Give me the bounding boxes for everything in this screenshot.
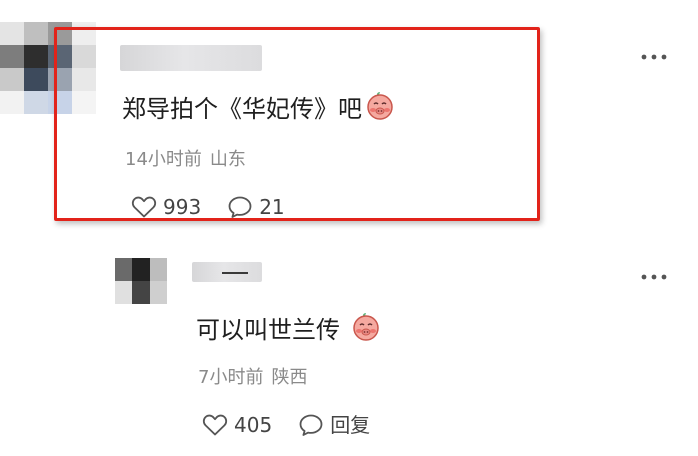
avatar-pixel bbox=[24, 45, 48, 68]
highlight-frame bbox=[54, 27, 540, 221]
avatar-pixel bbox=[0, 91, 24, 114]
avatar-pixel bbox=[24, 68, 48, 91]
comment-body: 可以叫世兰传 bbox=[196, 316, 340, 344]
avatar-pixel bbox=[24, 91, 48, 114]
more-dots-icon[interactable] bbox=[640, 48, 668, 60]
avatar-pixel bbox=[115, 281, 133, 304]
blushing-pig-emoji bbox=[350, 310, 382, 350]
comment-thread: 郑导拍个《华妃传》吧 14小时前 山东 993 21 可以叫世兰传 7小时前 陕… bbox=[0, 0, 698, 456]
speech-bubble-icon bbox=[299, 414, 323, 436]
avatar-pixel bbox=[115, 258, 133, 281]
avatar-pixel bbox=[0, 22, 24, 45]
comment-meta: 7小时前 陕西 bbox=[198, 366, 307, 390]
comment-location: 陕西 bbox=[271, 367, 308, 388]
like-button[interactable]: 405 bbox=[202, 412, 272, 438]
reply-label: 回复 bbox=[330, 413, 371, 437]
comment-text: 可以叫世兰传 bbox=[196, 310, 382, 350]
like-count: 405 bbox=[234, 413, 273, 437]
comment-time: 7小时前 bbox=[198, 367, 264, 388]
username-fragment bbox=[222, 272, 248, 274]
avatar-pixel bbox=[149, 281, 167, 304]
heart-outline-icon bbox=[202, 414, 228, 436]
avatar-pixel bbox=[132, 281, 150, 304]
avatar-pixel bbox=[24, 22, 48, 45]
avatar-pixel bbox=[149, 258, 167, 281]
avatar-pixel bbox=[0, 68, 24, 91]
avatar-pixel bbox=[132, 258, 150, 281]
comment-actions: 405 回复 bbox=[202, 412, 370, 438]
more-dots-icon[interactable] bbox=[640, 268, 668, 280]
reply-button[interactable]: 回复 bbox=[298, 412, 370, 438]
avatar[interactable] bbox=[115, 258, 167, 304]
avatar-pixel bbox=[0, 45, 24, 68]
